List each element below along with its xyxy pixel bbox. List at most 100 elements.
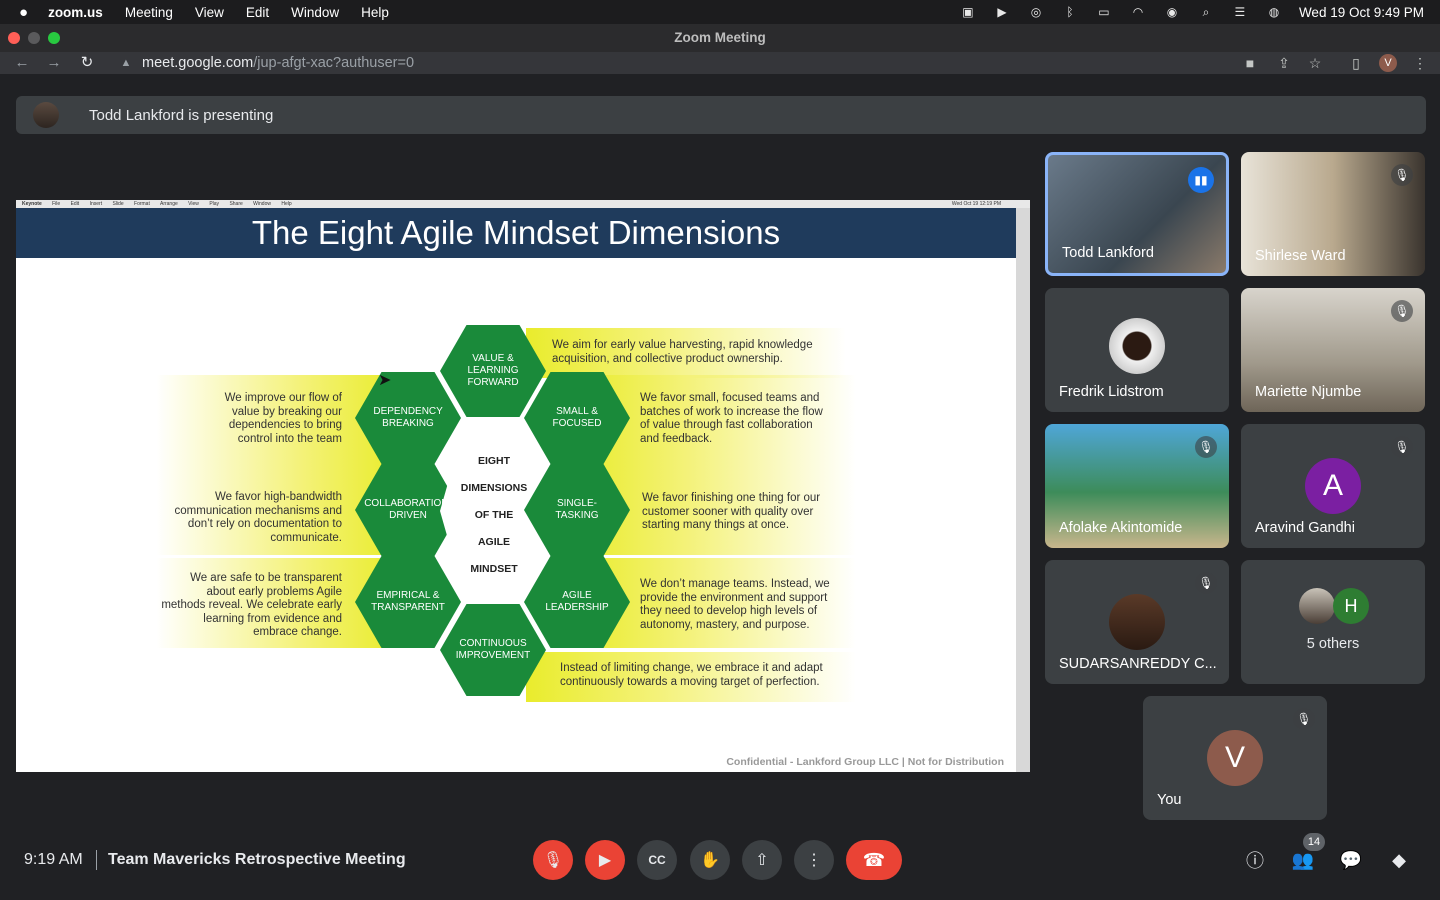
user-switch-icon[interactable]: ◉ (1163, 5, 1181, 19)
participant-name: Todd Lankford (1062, 245, 1154, 261)
shared-menu-item: Insert (89, 201, 103, 207)
mic-off-icon: 🎙 (1195, 572, 1217, 594)
lock-icon[interactable]: ▲ (116, 54, 136, 72)
window-title: Zoom Meeting (674, 30, 766, 45)
participant-tile[interactable]: ▮▮ Todd Lankford (1045, 152, 1229, 276)
center-line: EIGHT (477, 455, 511, 467)
menu-window[interactable]: Window (291, 5, 339, 20)
participant-tile[interactable]: 🎙 SUDARSANREDDY C... (1045, 560, 1229, 684)
self-name: You (1157, 792, 1182, 808)
participant-tile[interactable]: Fredrik Lidstrom (1045, 288, 1229, 412)
raise-hand-button[interactable]: ✋ (690, 840, 730, 880)
address-bar[interactable]: meet.google.com/jup-afgt-xac?authuser=0 (142, 55, 414, 71)
menu-help[interactable]: Help (361, 5, 389, 20)
presenting-text: Todd Lankford is presenting (89, 106, 274, 124)
control-center-icon[interactable]: ☰ (1231, 5, 1249, 19)
participant-name: Aravind Gandhi (1255, 520, 1355, 536)
desc-small-focused: We favor small, focused teams and batche… (640, 392, 823, 445)
wifi-icon[interactable]: ◠ (1129, 5, 1147, 19)
chat-icon[interactable]: 💬 (1337, 846, 1365, 874)
shared-menu-item: Share (229, 201, 243, 207)
profile-avatar[interactable]: V (1379, 54, 1397, 72)
participant-tile[interactable]: 🎙 Afolake Akintomide (1045, 424, 1229, 548)
url-host: meet.google.com (142, 55, 254, 71)
airdrop-icon[interactable]: ◎ (1027, 5, 1045, 19)
slide-title: The Eight Agile Mindset Dimensions (16, 208, 1016, 258)
shared-clock: Wed Oct 19 12:19 PM (951, 201, 1001, 207)
menu-meeting[interactable]: Meeting (125, 5, 173, 20)
apple-icon[interactable]: ● (19, 4, 28, 21)
reload-icon[interactable]: ↻ (77, 54, 97, 72)
people-count-badge: 14 (1303, 833, 1325, 851)
menubar-clock[interactable]: Wed 19 Oct 9:49 PM (1299, 5, 1424, 20)
shared-menu-item: Help (281, 201, 292, 207)
siri-icon[interactable]: ◍ (1265, 5, 1283, 19)
more-options-button[interactable]: ⋮ (794, 840, 834, 880)
center-line: OF THE (474, 509, 514, 521)
others-letter-avatar: H (1333, 588, 1369, 624)
spotlight-search-icon[interactable]: ⌕ (1197, 5, 1215, 19)
bookmark-star-icon[interactable]: ☆ (1306, 54, 1324, 72)
back-arrow-icon[interactable]: ← (12, 54, 32, 72)
mic-toggle-button[interactable]: 🎙 (533, 840, 573, 880)
browser-menu-icon[interactable]: ⋮ (1411, 54, 1429, 72)
shared-menu-item: File (52, 201, 61, 207)
camera-toggle-button[interactable]: ▶ (585, 840, 625, 880)
menu-app-name[interactable]: zoom.us (48, 5, 103, 20)
desc-single-tasking: We favor finishing one thing for our cus… (642, 492, 821, 531)
mic-off-icon: 🎙 (1293, 708, 1315, 730)
menu-edit[interactable]: Edit (246, 5, 269, 20)
center-line: MINDSET (470, 563, 518, 575)
share-icon[interactable]: ⇪ (1275, 54, 1293, 72)
shared-menu-item: Edit (70, 201, 80, 207)
forward-arrow-icon[interactable]: → (44, 54, 64, 72)
battery-icon[interactable]: ▭ (1095, 5, 1113, 19)
participant-tile[interactable]: 🎙 Mariette Njumbe (1241, 288, 1425, 412)
meeting-clock: 9:19 AM (24, 851, 83, 868)
meet-area: Todd Lankford is presenting Keynote File… (0, 74, 1440, 900)
captions-button[interactable]: CC (637, 840, 677, 880)
desc-agile-leadership: We don’t manage teams. Instead, we provi… (640, 578, 830, 631)
self-tile[interactable]: 🎙 V You (1143, 696, 1327, 820)
activities-icon[interactable]: ◆ (1385, 846, 1413, 874)
others-photo-avatar (1299, 588, 1335, 624)
desc-collaboration-driven: We favor high-bandwidth communication me… (174, 491, 342, 544)
meeting-title: Team Mavericks Retrospective Meeting (108, 851, 406, 868)
leave-call-button[interactable]: ☎ (846, 840, 902, 880)
present-screen-button[interactable]: ⇧ (742, 840, 782, 880)
bluetooth-icon[interactable]: ᛒ (1061, 5, 1079, 19)
center-label: EIGHT DIMENSIONS OF THE AGILE MINDSET (454, 448, 534, 583)
others-tile[interactable]: H 5 others (1241, 560, 1425, 684)
divider (96, 850, 97, 870)
participant-tile[interactable]: 🎙 A Aravind Gandhi (1241, 424, 1425, 548)
side-panel-icon[interactable]: ▯ (1347, 54, 1365, 72)
speaking-indicator-icon: ▮▮ (1188, 167, 1214, 193)
self-avatar: V (1207, 730, 1263, 786)
mic-off-icon: 🎙 (1195, 436, 1217, 458)
camera-blocked-icon[interactable]: ■ (1241, 54, 1259, 72)
participant-tile[interactable]: 🎙 Shirlese Ward (1241, 152, 1425, 276)
participant-name: Shirlese Ward (1255, 248, 1346, 264)
shared-menu-item: Play (209, 201, 220, 207)
status-area: ▣ ▶ ◎ ᛒ ▭ ◠ ◉ ⌕ ☰ ◍ Wed 19 Oct 9:49 PM (959, 0, 1424, 24)
desc-value-learning: We aim for early value harvesting, rapid… (552, 339, 813, 365)
presenting-banner: Todd Lankford is presenting (16, 96, 1426, 134)
desc-dependency-breaking: We improve our flow of value by breaking… (224, 392, 342, 445)
coffee-cup-avatar (1109, 318, 1165, 374)
mic-off-icon: 🎙 (1391, 436, 1413, 458)
menu-view[interactable]: View (195, 5, 224, 20)
participant-name: Fredrik Lidstrom (1059, 384, 1164, 400)
participant-avatar: A (1305, 458, 1361, 514)
shared-menu-item: Slide (112, 201, 124, 207)
mic-off-icon: 🎙 (1391, 300, 1413, 322)
zoom-status-icon[interactable]: ▣ (959, 5, 977, 19)
shared-scrollbar (1016, 208, 1030, 772)
window-titlebar: Zoom Meeting (0, 24, 1440, 52)
play-status-icon[interactable]: ▶ (993, 5, 1011, 19)
shared-menubar: Keynote File Edit Insert Slide Format Ar… (16, 200, 1030, 208)
url-path: /jup-afgt-xac?authuser=0 (253, 55, 415, 71)
center-line: AGILE (477, 536, 511, 548)
meeting-details-icon[interactable]: ⓘ (1241, 846, 1269, 874)
participant-name: Mariette Njumbe (1255, 384, 1362, 400)
shared-menu-item: Format (134, 201, 150, 207)
